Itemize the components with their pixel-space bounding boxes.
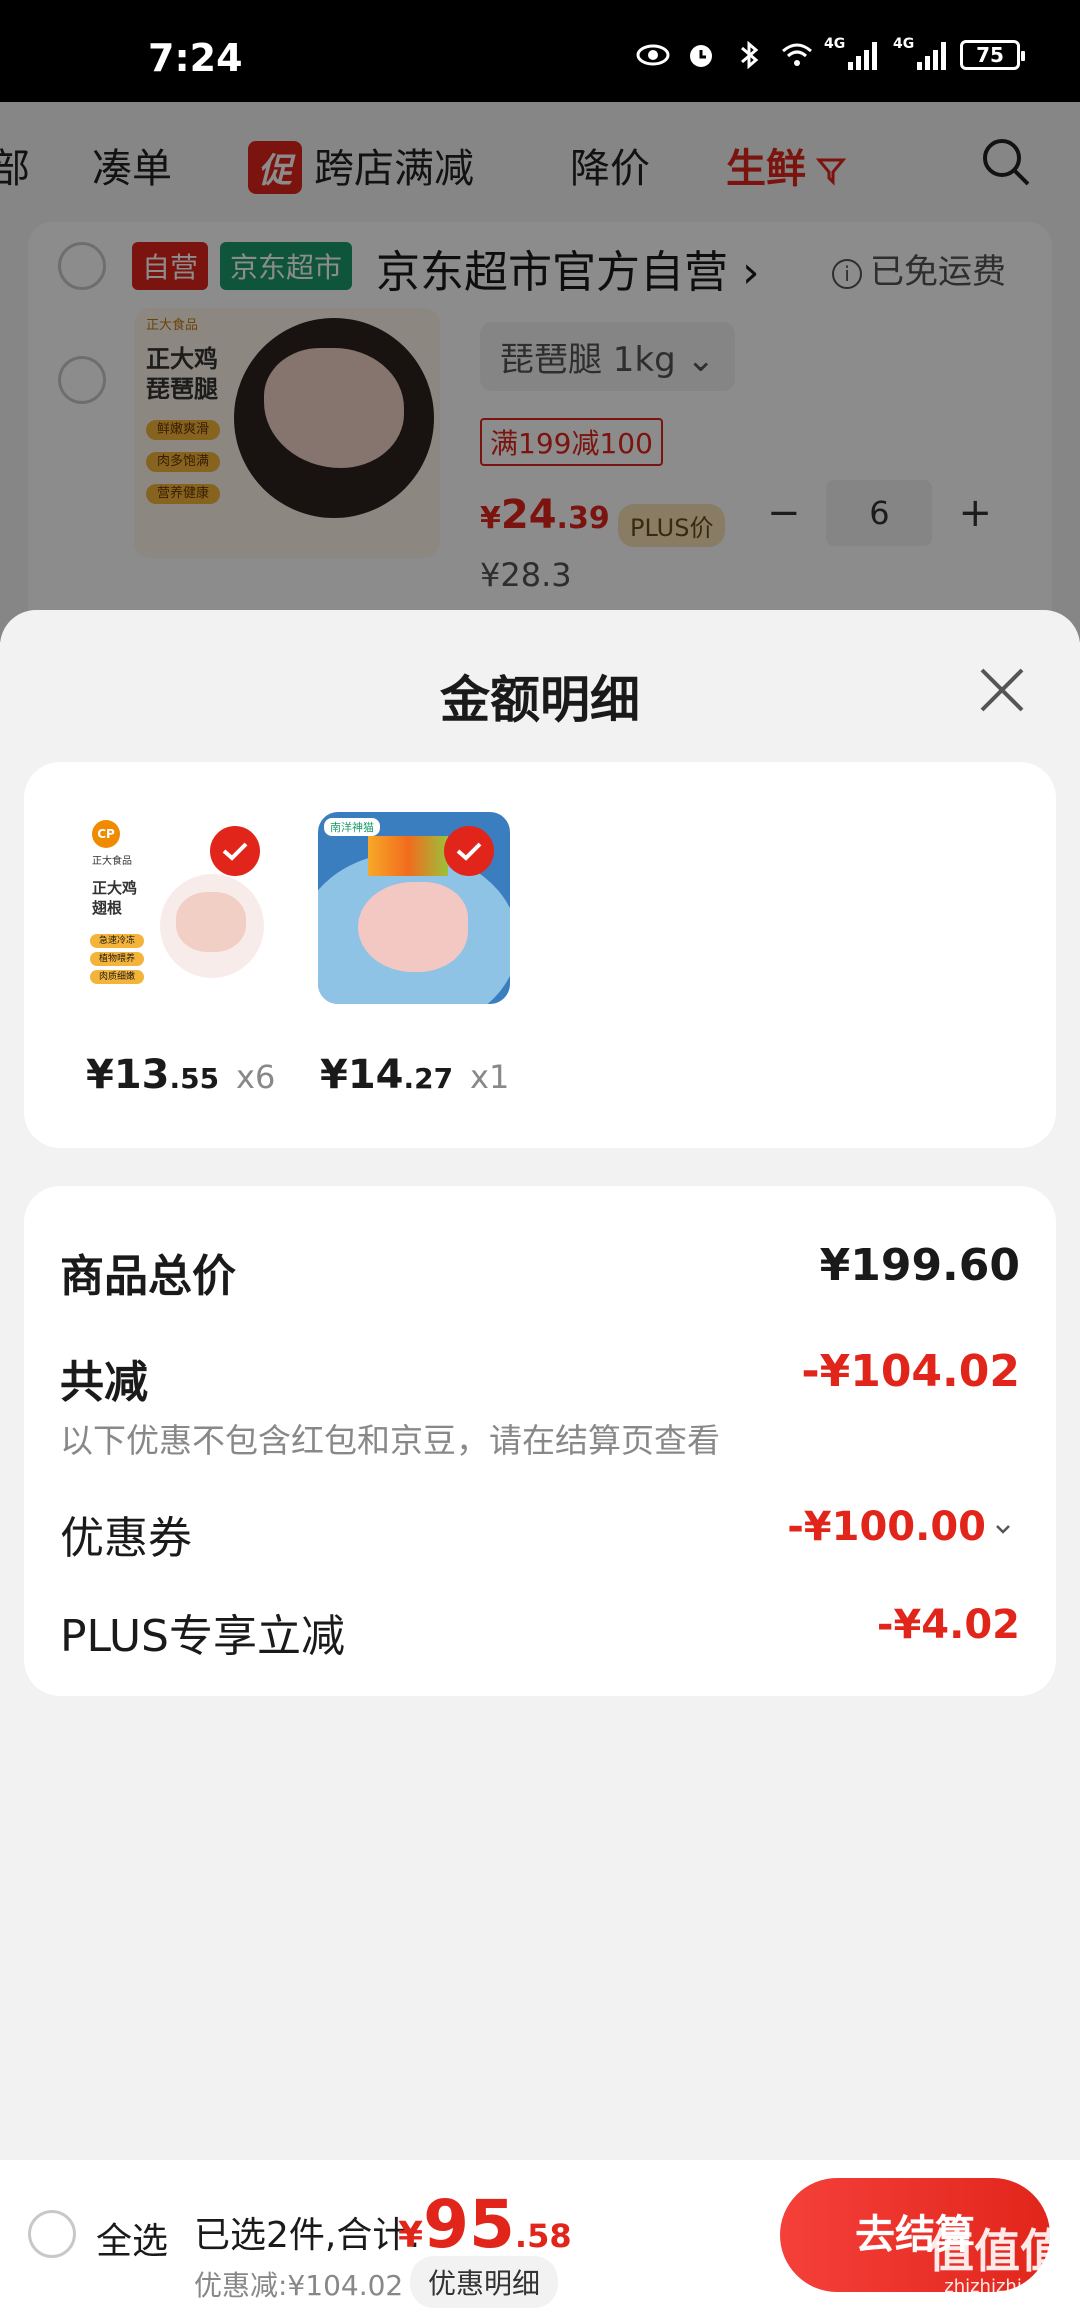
coupon-value: -¥100.00 <box>787 1504 986 1550</box>
total-price-value: ¥199.60 <box>819 1240 1020 1291</box>
bluetooth-icon <box>741 40 759 70</box>
price-dec: .27 <box>403 1062 454 1095</box>
item-qty: x1 <box>470 1058 510 1096</box>
signal-icon: 4G <box>893 36 946 70</box>
reduction-note: 以下优惠不包含红包和京豆，请在结算页查看 <box>60 1421 720 1460</box>
status-time: 7:24 <box>148 36 243 80</box>
vegetable-graphic <box>368 836 448 876</box>
price-dec: .58 <box>514 2217 572 2255</box>
check-icon[interactable] <box>210 826 260 876</box>
price-int: ¥13 <box>86 1052 170 1098</box>
total-price-label: 商品总价 <box>60 1251 236 1302</box>
item-price: ¥13.55 <box>86 1052 219 1098</box>
wifi-icon <box>782 43 812 66</box>
watermark: 值值值 zhizhizhi.com <box>928 2228 1066 2296</box>
reduction-value: -¥104.02 <box>801 1346 1020 1397</box>
selected-count: 已选2件,合计: <box>194 2215 421 2256</box>
item-price: ¥14.27 <box>320 1052 453 1098</box>
price-dec: .55 <box>169 1062 220 1095</box>
status-bar: 7:24 4G 4G 75 <box>0 0 1080 102</box>
watermark-sub: zhizhizhi.com <box>944 2276 1066 2297</box>
eye-icon <box>636 44 670 66</box>
brand-logo: CP <box>92 820 120 848</box>
select-all-radio[interactable] <box>28 2210 76 2258</box>
close-icon[interactable] <box>976 664 1028 716</box>
total-price: ¥95.58 <box>398 2186 572 2263</box>
checkout-bar: 全选 已选2件,合计: ¥95.58 优惠减:¥104.02 优惠明细 去结算 … <box>0 2160 1080 2310</box>
select-all-label[interactable]: 全选 <box>96 2212 168 2264</box>
selected-items-card: CP 正大食品 正大鸡翅根 急速冷冻 植物喂养 肉质细嫩 南洋神猫 ¥13.55… <box>24 762 1056 1148</box>
discount-detail-button[interactable]: 优惠明细 <box>410 2256 559 2308</box>
plus-discount-label: PLUS专享立减 <box>60 1611 345 1662</box>
network-tag: 4G <box>824 36 846 52</box>
brand-logo: 南洋神猫 <box>324 818 380 836</box>
image-chip: 肉质细嫩 <box>90 970 144 984</box>
meat-graphic <box>176 892 246 952</box>
image-brand-sub: 正大食品 <box>92 856 132 867</box>
watermark-text: 值值值 <box>928 2224 1066 2278</box>
amount-detail-sheet: 金额明细 CP 正大食品 正大鸡翅根 急速冷冻 植物喂养 肉质细嫩 南洋神猫 ¥… <box>0 610 1080 2310</box>
drumstick-graphic <box>358 882 468 972</box>
discount-summary: 优惠减:¥104.02 <box>194 2269 404 2302</box>
price-int: 95 <box>423 2186 515 2263</box>
currency: ¥ <box>398 2215 424 2256</box>
modal-overlay[interactable] <box>0 102 1080 642</box>
signal-icon: 4G <box>824 36 877 70</box>
image-chip: 急速冷冻 <box>90 934 144 948</box>
chevron-down-icon <box>996 1525 1010 1534</box>
sheet-title: 金额明细 <box>440 671 640 729</box>
reduction-label: 共减 <box>60 1357 148 1408</box>
item-qty: x6 <box>236 1058 276 1096</box>
plus-discount-value: -¥4.02 <box>876 1602 1020 1648</box>
image-chip: 植物喂养 <box>90 952 144 966</box>
check-icon[interactable] <box>444 826 494 876</box>
alarm-icon <box>690 45 712 67</box>
battery-icon: 75 <box>960 40 1025 70</box>
network-tag: 4G <box>893 36 915 52</box>
status-icons: 4G 4G 75 <box>636 36 1025 70</box>
price-summary-card: 商品总价 ¥199.60 共减 -¥104.02 以下优惠不包含红包和京豆，请在… <box>24 1186 1056 1696</box>
price-int: ¥14 <box>320 1052 404 1098</box>
coupon-row[interactable]: -¥100.00 <box>787 1504 1012 1550</box>
coupon-label: 优惠券 <box>60 1513 192 1564</box>
image-title: 正大鸡翅根 <box>92 879 138 917</box>
